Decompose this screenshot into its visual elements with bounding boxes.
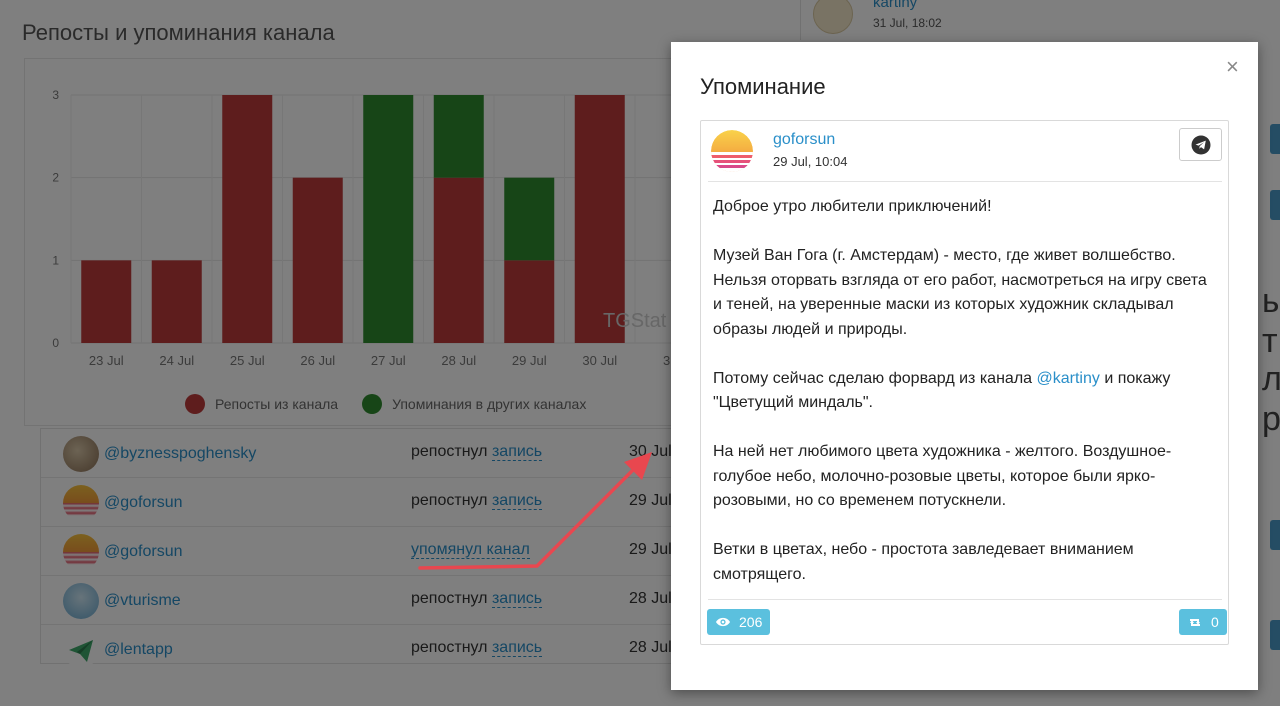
close-icon[interactable]: × [1226,54,1239,80]
mention-link[interactable]: @kartiny [1037,370,1100,387]
post-card: goforsun 29 Jul, 10:04 Доброе утро любит… [700,120,1229,645]
eye-icon [715,616,731,628]
post-time: 29 Jul, 10:04 [773,154,848,169]
post-paragraph: На ней нет любимого цвета художника - же… [713,443,1172,509]
views-badge: 206 [707,609,771,635]
post-text-fragment: Потому сейчас сделаю форвард из канала [713,369,1037,387]
post-paragraph: Потому сейчас сделаю форвард из канала @… [713,370,1170,412]
reposts-badge: 0 [1179,609,1227,635]
post-paragraph: Доброе утро любители приключений! [713,198,992,215]
open-in-telegram-button[interactable] [1179,128,1222,161]
sunset-logo-icon [711,130,753,172]
post-body: Доброе утро любители приключений! Музей … [713,195,1218,587]
divider [708,599,1222,600]
reposts-count: 0 [1211,614,1219,630]
modal-title: Упоминание [700,74,826,99]
post-paragraph: Музей Ван Гога (г. Амстердам) - место, г… [713,247,1207,338]
divider [708,181,1222,182]
post-paragraph: Ветки в цветах, небо - простота завледев… [713,541,1134,583]
retweet-icon [1187,616,1203,629]
channel-name-link[interactable]: goforsun [773,131,835,149]
mention-modal: Упоминание × goforsun 29 Jul, 10:04 Добр… [671,42,1258,690]
telegram-icon [1191,135,1210,154]
channel-avatar[interactable] [711,130,753,172]
views-count: 206 [739,614,763,630]
